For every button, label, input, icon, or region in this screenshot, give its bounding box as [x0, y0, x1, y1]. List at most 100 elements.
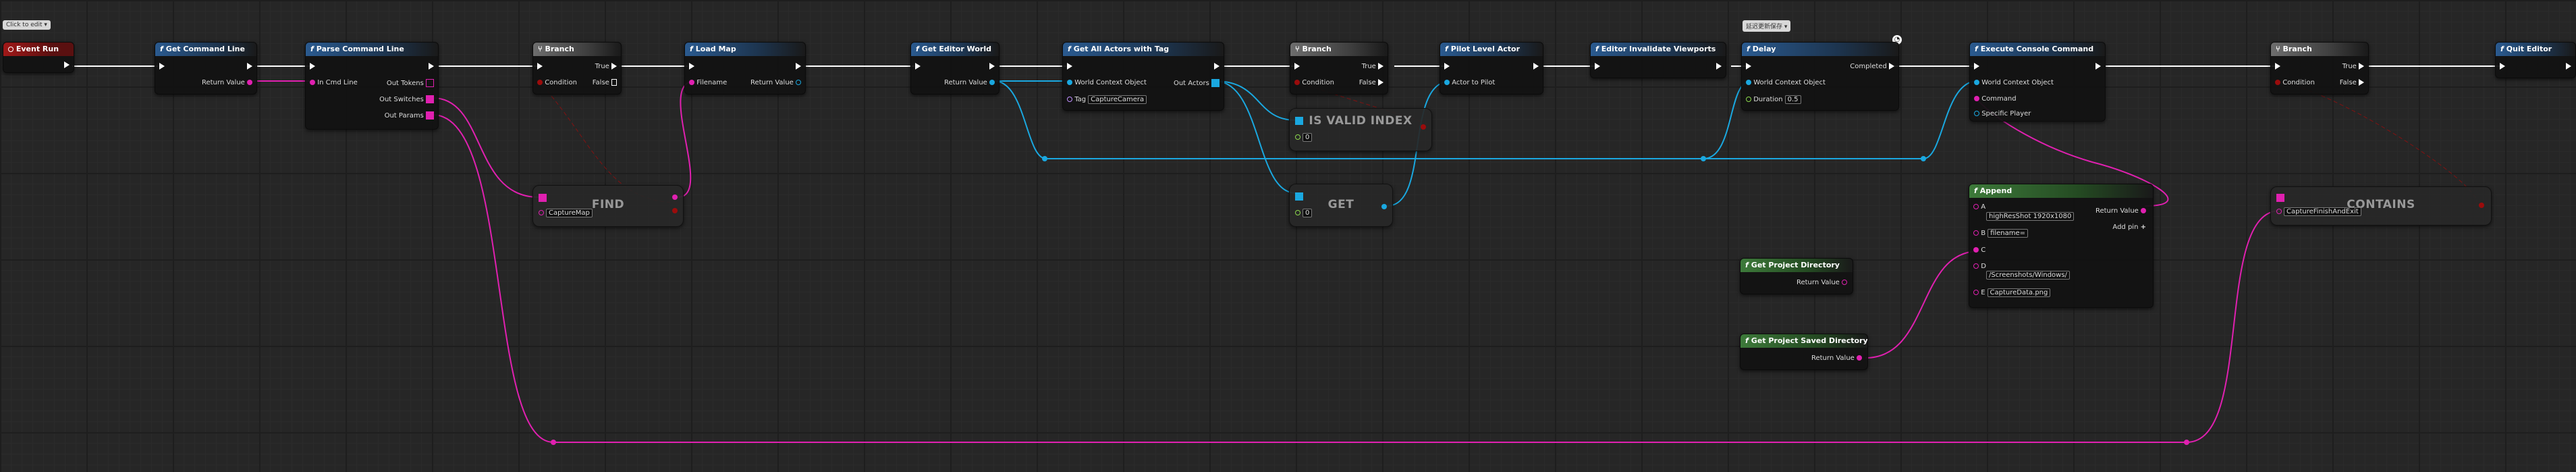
return-value-pin[interactable]: Return Value — [944, 79, 995, 87]
exec-in-pin[interactable] — [2275, 63, 2280, 71]
tag-literal[interactable]: CaptureCamera — [1088, 95, 1147, 104]
exec-out-pin[interactable] — [429, 63, 434, 71]
pin-e[interactable]: E CaptureData.png — [1973, 288, 2051, 297]
exec-out-pin[interactable] — [1214, 63, 1220, 71]
out-params-pin[interactable]: Out Params — [385, 111, 434, 120]
d-literal[interactable]: /Screenshots/Windows/ — [1986, 271, 2070, 280]
command-pin[interactable]: Command — [1974, 95, 2017, 103]
return-value-pin[interactable]: Return Value — [1811, 355, 1862, 363]
duration-literal[interactable]: 0.5 — [1784, 95, 1801, 104]
condition-pin[interactable]: Condition — [2275, 79, 2315, 87]
specific-player-pin[interactable]: Specific Player — [1974, 110, 2031, 118]
pin-a[interactable]: A — [1973, 203, 1985, 211]
tag-pin[interactable]: Tag CaptureCamera — [1067, 95, 1147, 104]
index-pin[interactable]: 0 — [1295, 209, 1313, 217]
get-project-saved-directory-node[interactable]: f Get Project Saved Directory Return Valu… — [1740, 334, 1868, 370]
exec-in-pin[interactable] — [159, 63, 165, 71]
filename-pin[interactable]: Filename — [689, 79, 727, 87]
branch-node-3[interactable]: ⑂ Branch True Condition False — [2270, 42, 2369, 95]
out-actors-pin[interactable]: Out Actors — [1174, 79, 1220, 88]
key-pin[interactable]: CaptureMap — [539, 209, 593, 217]
exec-out-pin[interactable] — [1716, 63, 1722, 71]
event-run-node[interactable]: Event Run — [3, 42, 74, 73]
return-value-pin[interactable]: Return Value — [202, 79, 252, 87]
world-context-object-pin[interactable]: World Context Object — [1746, 79, 1826, 87]
pin-b[interactable]: Bfilename= — [1973, 229, 2029, 238]
exec-out-pin[interactable] — [64, 61, 70, 70]
exec-out-pin[interactable] — [2095, 63, 2101, 71]
exec-out-pin[interactable] — [989, 63, 995, 71]
item-out-pin[interactable] — [1381, 203, 1387, 211]
true-pin[interactable]: True — [1362, 63, 1383, 71]
a-literal[interactable]: highResShot 1920x1080 — [1986, 212, 2075, 221]
exec-in-pin[interactable] — [689, 63, 694, 71]
map-in-pin[interactable] — [539, 194, 547, 203]
condition-pin[interactable]: Condition — [537, 79, 577, 87]
contains-node[interactable]: CONTAINS CaptureFinishAndExit — [2270, 186, 2492, 226]
execute-console-command-node[interactable]: f Execute Console Command World Context O… — [1969, 42, 2106, 122]
out-tokens-pin[interactable]: Out Tokens — [387, 79, 434, 88]
index-literal[interactable]: 0 — [1303, 133, 1313, 142]
editor-invalidate-viewports-node[interactable]: f Editor Invalidate Viewports — [1590, 42, 1726, 78]
pilot-level-actor-node[interactable]: f Pilot Level Actor Actor to Pilot — [1440, 42, 1543, 95]
world-context-object-pin[interactable]: World Context Object — [1067, 79, 1147, 87]
quit-editor-node[interactable]: f Quit Editor — [2495, 42, 2576, 78]
completed-pin[interactable]: Completed — [1850, 63, 1894, 71]
comment-bubble[interactable]: Click to edit ▾ — [3, 20, 51, 30]
exec-in-pin[interactable] — [537, 63, 543, 71]
bool-out-pin[interactable] — [1421, 124, 1426, 132]
false-pin[interactable]: False — [2340, 79, 2364, 87]
e-literal[interactable]: CaptureData.png — [1987, 288, 2051, 297]
is-valid-index-node[interactable]: IS VALID INDEX 0 — [1289, 108, 1432, 151]
exec-in-pin[interactable] — [915, 63, 921, 71]
exec-out-pin[interactable] — [1533, 63, 1539, 71]
load-map-node[interactable]: f Load Map Filename Return Value — [684, 42, 806, 95]
value-out-pin[interactable] — [672, 194, 678, 202]
true-pin[interactable]: True — [595, 63, 617, 71]
pin-a-literal[interactable]: highResShot 1920x1080 — [1984, 212, 2075, 221]
exec-in-pin[interactable] — [1974, 63, 1979, 71]
array-in-pin[interactable] — [1295, 117, 1303, 126]
out-switches-pin[interactable]: Out Switches — [379, 95, 434, 104]
return-value-pin[interactable]: Return Value — [2095, 207, 2146, 215]
pin-d[interactable]: D — [1973, 263, 1986, 271]
bool-out-pin[interactable] — [2479, 202, 2484, 210]
item-literal[interactable]: CaptureFinishAndExit — [2284, 207, 2361, 216]
true-pin[interactable]: True — [2342, 63, 2364, 71]
find-node[interactable]: FIND CaptureMap — [532, 185, 684, 227]
b-literal[interactable]: filename= — [1988, 229, 2029, 238]
array-in-pin[interactable] — [2276, 194, 2284, 203]
false-pin[interactable]: False — [1359, 79, 1383, 87]
duration-pin[interactable]: Duration 0.5 — [1746, 95, 1801, 104]
branch-node-2[interactable]: ⑂ Branch True Condition False — [1290, 42, 1388, 95]
condition-pin[interactable]: Condition — [1294, 79, 1334, 87]
pin-d-literal[interactable]: /Screenshots/Windows/ — [1984, 271, 2070, 280]
branch-node-1[interactable]: ⑂ Branch True Condition False — [532, 42, 622, 95]
exec-in-pin[interactable] — [1746, 63, 1751, 71]
exec-out-pin[interactable] — [2566, 63, 2571, 71]
append-node[interactable]: f Append A highResShot 1920x1080 Return V… — [1969, 184, 2154, 308]
return-value-pin[interactable]: Return Value — [750, 79, 801, 87]
return-value-pin[interactable]: Return Value — [1797, 279, 1847, 287]
exec-in-pin[interactable] — [1294, 63, 1300, 71]
world-context-object-pin[interactable]: World Context Object — [1974, 79, 2054, 87]
get-project-directory-node[interactable]: f Get Project Directory Return Value — [1740, 258, 1853, 294]
item-pin[interactable]: CaptureFinishAndExit — [2276, 207, 2361, 216]
get-node[interactable]: GET 0 — [1289, 184, 1393, 227]
get-editor-world-node[interactable]: f Get Editor World Return Value — [910, 42, 999, 95]
exec-out-pin[interactable] — [247, 63, 252, 71]
delay-comment-bubble[interactable]: 延迟更新保存 ▾ — [1743, 20, 1791, 32]
get-command-line-node[interactable]: f Get Command Line Return Value — [155, 42, 257, 95]
array-in-pin[interactable] — [1295, 192, 1303, 201]
in-cmd-line-pin[interactable]: In Cmd Line — [310, 79, 358, 87]
index-literal[interactable]: 0 — [1303, 209, 1313, 217]
parse-command-line-node[interactable]: f Parse Command Line In Cmd Line Out Toke… — [305, 42, 439, 130]
delay-node[interactable]: f Delay Completed World Context Object Du… — [1741, 42, 1899, 111]
pin-c[interactable]: C — [1973, 246, 1985, 255]
found-out-pin[interactable] — [672, 207, 678, 215]
exec-in-pin[interactable] — [2500, 63, 2505, 71]
exec-out-pin[interactable] — [796, 63, 801, 71]
get-all-actors-with-tag-node[interactable]: f Get All Actors with Tag World Context O… — [1062, 42, 1224, 111]
actor-to-pilot-pin[interactable]: Actor to Pilot — [1444, 79, 1495, 87]
key-literal[interactable]: CaptureMap — [546, 209, 593, 217]
